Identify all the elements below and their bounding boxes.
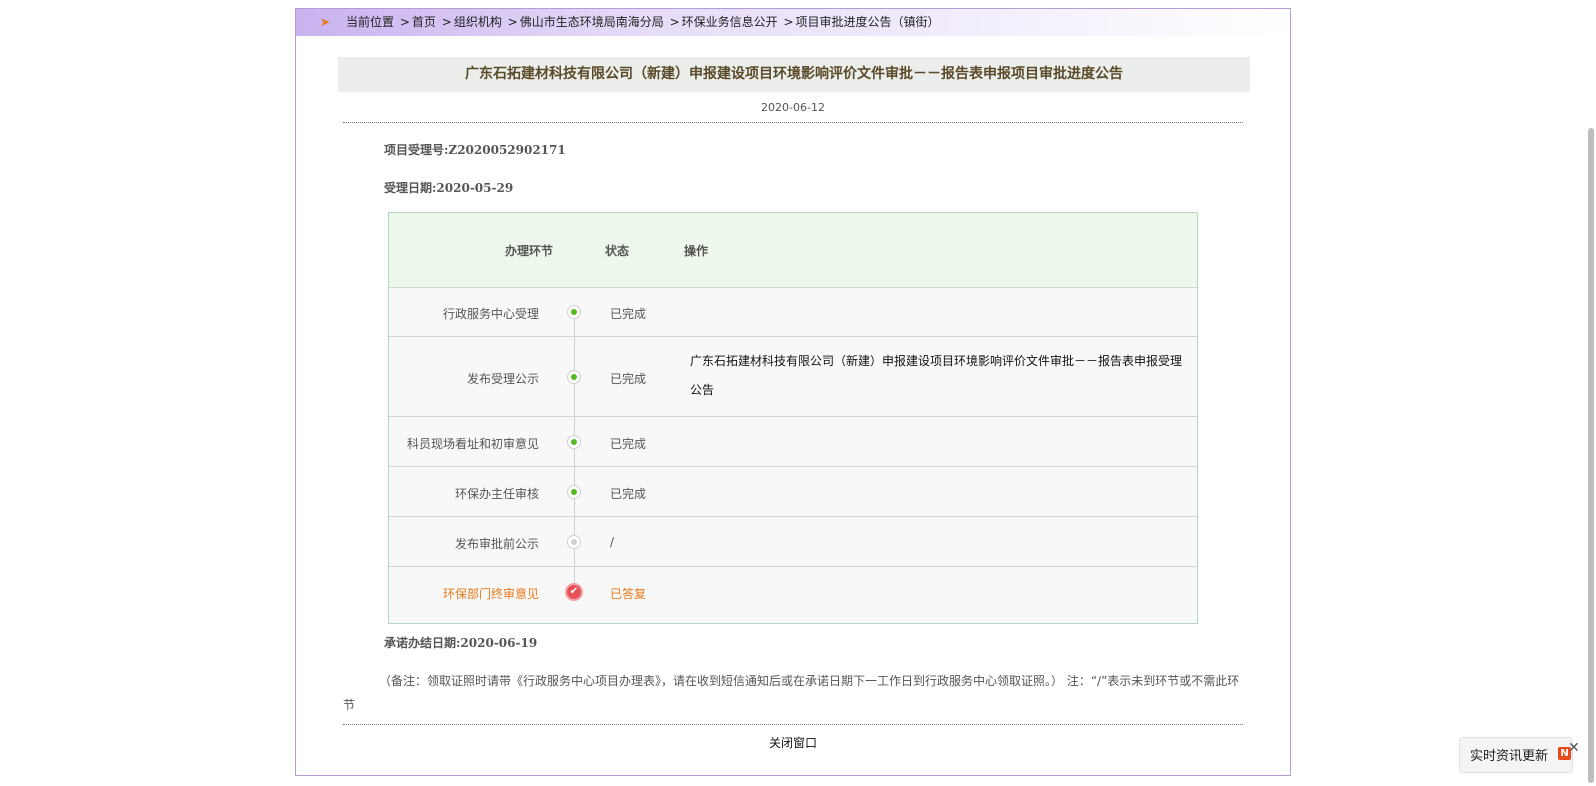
header-op: 操作 (684, 244, 709, 258)
accept-notice-link[interactable]: 广东石拓建材科技有限公司（新建）申报建设项目环境影响评价文件审批－－报告表申报受… (690, 347, 1190, 405)
divider (343, 122, 1243, 123)
step-status: 已完成 (610, 437, 647, 451)
step-status: 已完成 (610, 487, 647, 501)
breadcrumb-bureau[interactable]: 佛山市生态环境局南海分局 (520, 15, 664, 29)
step-name: 发布受理公示 (466, 372, 539, 386)
step-done-icon (567, 435, 581, 449)
step-done-icon (567, 370, 581, 384)
table-row: 发布审批前公示 / (389, 517, 1197, 567)
accept-date: 受理日期:2020-05-29 (384, 181, 514, 195)
scrollbar-thumb[interactable] (1588, 128, 1594, 783)
publish-date: 2020-06-12 (761, 101, 825, 114)
divider (343, 724, 1243, 725)
table-row: 行政服务中心受理 已完成 (389, 287, 1197, 337)
close-window-button[interactable]: 关闭窗口 (296, 734, 1290, 751)
realtime-news-label: 实时资讯更新 (1470, 749, 1549, 764)
table-header: 办理环节 状态 操作 (389, 213, 1197, 288)
breadcrumb-org[interactable]: 组织机构 (454, 15, 502, 29)
breadcrumb: 当前位置 > 首页 > 组织机构 > 佛山市生态环境局南海分局 > 环保业务信息公开 >… (346, 15, 940, 29)
step-name: 环保办主任审核 (454, 487, 539, 501)
breadcrumb-info[interactable]: 环保业务信息公开 (682, 15, 778, 29)
page-title: 广东石拓建材科技有限公司（新建）申报建设项目环境影响评价文件审批－－报告表申报项… (338, 57, 1250, 92)
breadcrumb-home[interactable]: 首页 (412, 15, 436, 29)
close-icon[interactable]: ✕ (1568, 740, 1580, 756)
remark-text: （备注：领取证照时请带《行政服务中心项目办理表》，请在收到短信通知后或在承诺日期… (343, 669, 1243, 717)
notice-frame: ➤ 当前位置 > 首页 > 组织机构 > 佛山市生态环境局南海分局 > 环保业务信息公开… (295, 8, 1291, 776)
breadcrumb-bar: ➤ 当前位置 > 首页 > 组织机构 > 佛山市生态环境局南海分局 > 环保业务信息公开… (296, 9, 1290, 36)
realtime-news-widget[interactable]: 实时资讯更新 N (1459, 737, 1573, 773)
step-status: / (610, 535, 615, 549)
step-done-icon (567, 305, 581, 319)
check-circle-icon: ✔ (565, 583, 583, 601)
project-number: 项目受理号:Z2020052902171 (384, 143, 566, 157)
header-step: 办理环节 (504, 244, 553, 258)
table-row: 科员现场看址和初审意见 已完成 (389, 417, 1197, 467)
remark-content: （备注：领取证照时请带《行政服务中心项目办理表》，请在收到短信通知后或在承诺日期… (343, 674, 1240, 712)
arrow-right-icon: ➤ (320, 15, 331, 29)
step-done-icon (567, 485, 581, 499)
breadcrumb-prefix: 当前位置 (346, 15, 395, 29)
table-row: 环保办主任审核 已完成 (389, 467, 1197, 517)
step-name: 行政服务中心受理 (442, 307, 539, 321)
step-pending-icon (567, 535, 581, 549)
step-status: 已完成 (610, 372, 647, 386)
step-status: 已完成 (610, 307, 647, 321)
step-status: 已答复 (610, 587, 647, 601)
progress-table: 办理环节 状态 操作 行政服务中心受理 已完成 发布受理公示 已完成 广东石拓建… (388, 212, 1198, 624)
table-row: 环保部门终审意见 ✔ 已答复 (389, 567, 1197, 623)
step-name: 科员现场看址和初审意见 (406, 437, 539, 451)
header-status: 状态 (605, 244, 630, 258)
promise-date: 承诺办结日期:2020-06-19 (384, 636, 538, 650)
breadcrumb-current[interactable]: 项目审批进度公告（镇街） (796, 15, 940, 29)
table-row: 发布受理公示 已完成 广东石拓建材科技有限公司（新建）申报建设项目环境影响评价文… (389, 337, 1197, 417)
step-name: 环保部门终审意见 (442, 587, 539, 601)
step-name: 发布审批前公示 (454, 537, 539, 551)
